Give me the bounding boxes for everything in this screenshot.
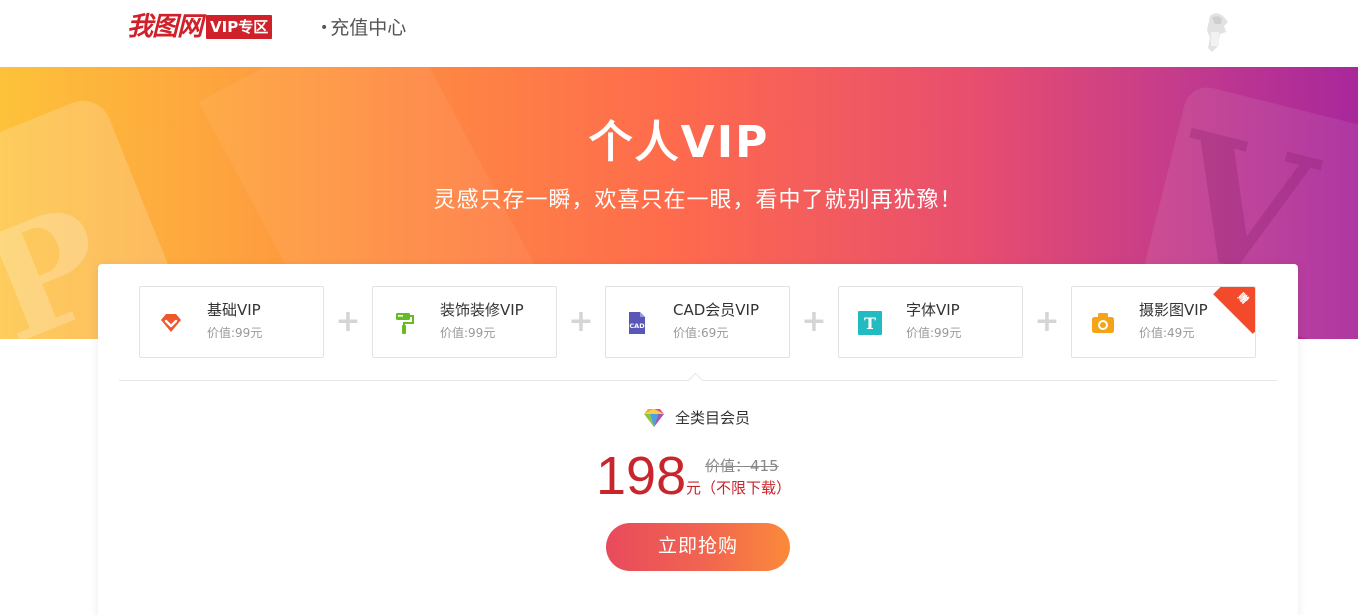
svg-text:T: T xyxy=(864,314,876,333)
vip-item-font[interactable]: T 字体VIP 价值:99元 xyxy=(838,286,1023,358)
paint-roller-icon xyxy=(396,313,414,334)
banner-title: 个人VIP xyxy=(588,117,770,168)
vip-item-photo[interactable]: 摄影图VIP 价值:49元 赠 xyxy=(1071,286,1256,358)
original-price: 价值：415 xyxy=(705,457,779,475)
banner-subtitle: 灵感只存一瞬，欢喜只在一眼，看中了就别再犹豫！ xyxy=(433,188,963,213)
logo-text: 我图网 xyxy=(127,12,203,42)
vip-item-list: 基础VIP 价值:99元 + 装饰装修VIP 价值:99元 + CAD CAD会… xyxy=(139,286,1256,358)
nav-dot: • xyxy=(320,20,329,36)
vip-package-card: 基础VIP 价值:99元 + 装饰装修VIP 价值:99元 + CAD CAD会… xyxy=(98,264,1298,615)
vip-item-decoration[interactable]: 装饰装修VIP 价值:99元 xyxy=(372,286,557,358)
avatar-icon xyxy=(1207,13,1228,52)
vip-item-name: CAD会员VIP xyxy=(673,301,760,319)
vip-item-value: 价值:69元 xyxy=(673,326,729,340)
vip-item-cad[interactable]: CAD CAD会员VIP 价值:69元 xyxy=(605,286,790,358)
buy-now-button[interactable]: 立即抢购 xyxy=(606,523,790,571)
vip-item-name: 基础VIP xyxy=(207,301,261,319)
plus-sign: + xyxy=(335,304,361,339)
svg-text:CAD: CAD xyxy=(629,322,645,330)
all-category-member: 全类目会员 xyxy=(643,407,750,429)
site-logo[interactable]: 我图网 VIP专区 xyxy=(127,12,273,42)
vip-item-basic[interactable]: 基础VIP 价值:99元 xyxy=(139,286,324,358)
plus-sign: + xyxy=(801,304,827,339)
vip-item-value: 价值:49元 xyxy=(1139,326,1195,340)
vip-item-name: 摄影图VIP xyxy=(1139,301,1208,319)
vip-item-name: 字体VIP xyxy=(906,301,960,319)
top-header: 我图网 VIP专区 • 充值中心 xyxy=(0,0,1358,67)
plus-sign: + xyxy=(1034,304,1060,339)
cad-file-icon: CAD xyxy=(629,312,645,334)
vip-zone-badge: VIP专区 xyxy=(206,15,273,39)
page-title-text: 充值中心 xyxy=(330,17,407,39)
user-avatar[interactable] xyxy=(1204,12,1230,54)
font-icon: T xyxy=(858,311,882,335)
price-amount: 198 xyxy=(596,446,687,506)
page-title: • 充值中心 xyxy=(320,16,406,42)
vip-item-value: 价值:99元 xyxy=(207,326,263,340)
rainbow-diamond-icon xyxy=(644,409,664,427)
camera-icon xyxy=(1092,313,1114,333)
vip-item-name: 装饰装修VIP xyxy=(440,301,524,319)
vip-item-value: 价值:99元 xyxy=(440,326,496,340)
vip-item-value: 价值:99元 xyxy=(906,326,962,340)
all-category-label: 全类目会员 xyxy=(675,409,751,427)
diamond-icon xyxy=(161,314,181,332)
price-unit: 元（不限下载） xyxy=(686,479,792,497)
plus-sign: + xyxy=(568,304,594,339)
divider-notch xyxy=(687,372,704,389)
